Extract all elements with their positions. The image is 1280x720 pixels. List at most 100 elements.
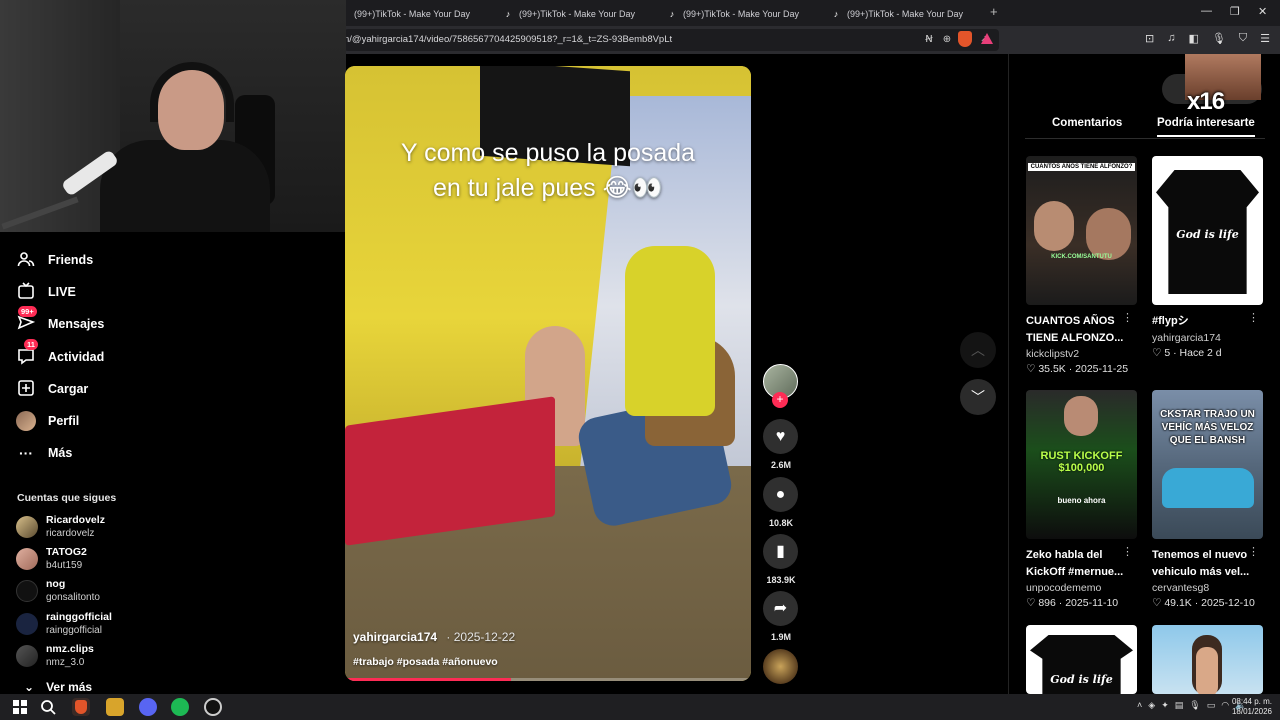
minimize-icon[interactable]: —: [1201, 5, 1212, 17]
network-icon[interactable]: ◈: [1148, 700, 1155, 711]
url-text: n/@yahirgarcia174/video/7586567704425909…: [344, 34, 673, 45]
new-tab-plus-icon[interactable]: +: [990, 4, 998, 19]
microphone-icon[interactable]: 🎙: [1212, 32, 1226, 45]
sidebar-item-upload[interactable]: Cargar: [16, 379, 88, 399]
card-author[interactable]: kickclipstv2: [1026, 348, 1137, 360]
recommended-video-card[interactable]: [1152, 625, 1263, 694]
video-author-row[interactable]: yahirgarcia174 · 2025-12-22: [353, 630, 515, 644]
recommended-video-card[interactable]: God is life #flypシ ⋮ yahirgarcia174 ♡ 5 …: [1152, 156, 1263, 359]
spotify-icon[interactable]: [171, 698, 189, 716]
sidebar-item-label: Mensajes: [48, 317, 105, 331]
video-thumbnail[interactable]: [1152, 625, 1263, 694]
close-icon[interactable]: ✕: [1258, 5, 1267, 18]
account-name: Ricardovelz: [46, 514, 105, 526]
comment-count: 10.8K: [768, 518, 794, 528]
sidebar-item-profile[interactable]: Perfil: [16, 411, 79, 431]
browser-tab[interactable]: ♪ (99+)TikTok - Make Your Day: [503, 4, 635, 24]
next-video-button[interactable]: ﹀: [960, 379, 996, 415]
search-icon[interactable]: [39, 698, 57, 716]
music-icon[interactable]: ♫: [1167, 32, 1175, 45]
zoom-icon[interactable]: ⊕: [943, 29, 951, 51]
file-explorer-icon[interactable]: [106, 698, 124, 716]
account-username: gonsalitonto: [46, 592, 100, 603]
windows-start-icon[interactable]: [11, 698, 29, 716]
tab-title: (99+)TikTok - Make Your Day: [519, 9, 635, 19]
chevron-up-icon[interactable]: ˄: [1137, 700, 1142, 711]
following-account[interactable]: Ricardovelz ricardovelz: [16, 514, 105, 540]
tray-app-icon[interactable]: ✦: [1161, 700, 1169, 711]
discord-icon[interactable]: [139, 698, 157, 716]
thumbnail-text: CUANTOS AÑOS TIENE ALFONZO?: [1027, 163, 1136, 171]
following-account[interactable]: rainggofficial rainggofficial: [16, 611, 112, 637]
account-avatar: [16, 516, 38, 538]
browser-tab[interactable]: (99+)TikTok - Make Your Day: [354, 4, 470, 24]
taskbar-clock[interactable]: 08:44 p. m. 18/01/2026: [1232, 697, 1272, 717]
chevron-down-icon: ⌄: [24, 680, 35, 694]
obs-icon[interactable]: [204, 698, 222, 716]
video-progress-bar[interactable]: [345, 678, 751, 681]
card-title[interactable]: #flypシ: [1152, 313, 1252, 330]
sidebar-item-messages[interactable]: 99+ Mensajes: [16, 306, 105, 334]
battery-icon[interactable]: ▭: [1207, 700, 1216, 711]
brave-browser-icon[interactable]: [72, 698, 90, 716]
card-author[interactable]: yahirgarcia174: [1152, 332, 1263, 344]
video-thumbnail[interactable]: RUST KICKOFF $100,000 bueno ahora: [1026, 390, 1137, 539]
brave-shield-icon[interactable]: [958, 31, 972, 47]
following-account[interactable]: TATOG2 b4ut159: [16, 546, 87, 572]
mic-icon[interactable]: 🎙: [1189, 700, 1200, 711]
video-thumbnail[interactable]: God is life: [1026, 625, 1137, 694]
video-thumbnail[interactable]: God is life: [1152, 156, 1263, 305]
webcam-overlay: [0, 0, 346, 232]
recommended-video-card[interactable]: CKSTAR TRAJO UN VEHÍC MÁS VELOZ QUE EL B…: [1152, 390, 1263, 609]
following-account[interactable]: nog gonsalitonto: [16, 578, 100, 604]
restore-icon[interactable]: ❐: [1230, 5, 1240, 18]
following-account[interactable]: nmz.clips nmz_3.0: [16, 643, 94, 669]
tray-folder-icon[interactable]: ▤: [1175, 700, 1184, 711]
video-author[interactable]: yahirgarcia174: [353, 630, 437, 644]
sidebar-item-friends[interactable]: Friends: [16, 250, 93, 270]
save-button[interactable]: ▮: [763, 534, 798, 569]
tab-recommended[interactable]: Podría interesarte: [1157, 117, 1255, 137]
more-options-icon[interactable]: ⋮: [1248, 311, 1259, 324]
card-title[interactable]: Tenemos el nuevo vehiculo más vel...: [1152, 547, 1252, 580]
see-more-button[interactable]: ⌄ Ver más: [24, 680, 92, 694]
screenshot-icon[interactable]: ⊡: [1145, 32, 1154, 45]
card-author[interactable]: cervantesg8: [1152, 582, 1263, 594]
url-field[interactable]: n/@yahirgarcia174/video/7586567704425909…: [344, 29, 999, 51]
sidebar-item-more[interactable]: ··· Más: [16, 443, 72, 463]
like-button[interactable]: ♥: [763, 419, 798, 454]
video-thumbnail[interactable]: CKSTAR TRAJO UN VEHÍC MÁS VELOZ QUE EL B…: [1152, 390, 1263, 539]
card-stats: ♡ 49.1K · 2025-12-10: [1152, 597, 1255, 609]
reader-off-icon[interactable]: Ꞥ: [925, 29, 932, 51]
caption-line: Y como se puso la posada: [400, 139, 696, 167]
browser-tab[interactable]: ♪ (99+)TikTok - Make Your Day: [831, 4, 963, 24]
card-title[interactable]: Zeko habla del KickOff #mernue...: [1026, 547, 1126, 580]
browser-tab[interactable]: ♪ (99+)TikTok - Make Your Day: [667, 4, 799, 24]
sidebar-item-activity[interactable]: 11 Actividad: [16, 339, 104, 367]
more-options-icon[interactable]: ⋮: [1248, 545, 1259, 558]
music-disc-icon[interactable]: [763, 649, 798, 684]
follow-plus-icon[interactable]: +: [772, 392, 788, 408]
more-options-icon[interactable]: ⋮: [1122, 545, 1133, 558]
menu-icon[interactable]: ☰: [1260, 32, 1270, 45]
card-author[interactable]: unpocodememo: [1026, 582, 1137, 594]
previous-video-button[interactable]: ︿: [960, 332, 996, 368]
sidebar-item-live[interactable]: LIVE: [16, 282, 76, 302]
sidebar-icon[interactable]: ◧: [1189, 32, 1199, 45]
recommended-video-card[interactable]: God is life: [1026, 625, 1137, 694]
brave-rewards-icon[interactable]: [981, 33, 993, 44]
tab-comments[interactable]: Comentarios: [1052, 117, 1122, 129]
more-options-icon[interactable]: ⋮: [1122, 311, 1133, 324]
video-thumbnail[interactable]: CUANTOS AÑOS TIENE ALFONZO? KICK.COM/SAN…: [1026, 156, 1137, 305]
recommended-video-card[interactable]: RUST KICKOFF $100,000 bueno ahora Zeko h…: [1026, 390, 1137, 609]
wifi-icon[interactable]: ◠: [1221, 700, 1229, 711]
share-button[interactable]: ➦: [763, 591, 798, 626]
browser-toolbar: ⊡ ♫ ◧ 🎙 ⛉ ☰: [1145, 32, 1270, 45]
video-hashtags[interactable]: #trabajo #posada #añonuevo: [353, 656, 498, 668]
card-title[interactable]: CUANTOS AÑOS TIENE ALFONZO...: [1026, 313, 1126, 346]
comment-button[interactable]: ●: [763, 477, 798, 512]
vpn-shield-icon[interactable]: ⛉: [1239, 32, 1247, 45]
recommended-video-card[interactable]: CUANTOS AÑOS TIENE ALFONZO? KICK.COM/SAN…: [1026, 156, 1137, 375]
clock-time: 08:44 p. m.: [1231, 697, 1272, 706]
video-player[interactable]: Y como se puso la posada en tu jale pues…: [345, 66, 751, 681]
